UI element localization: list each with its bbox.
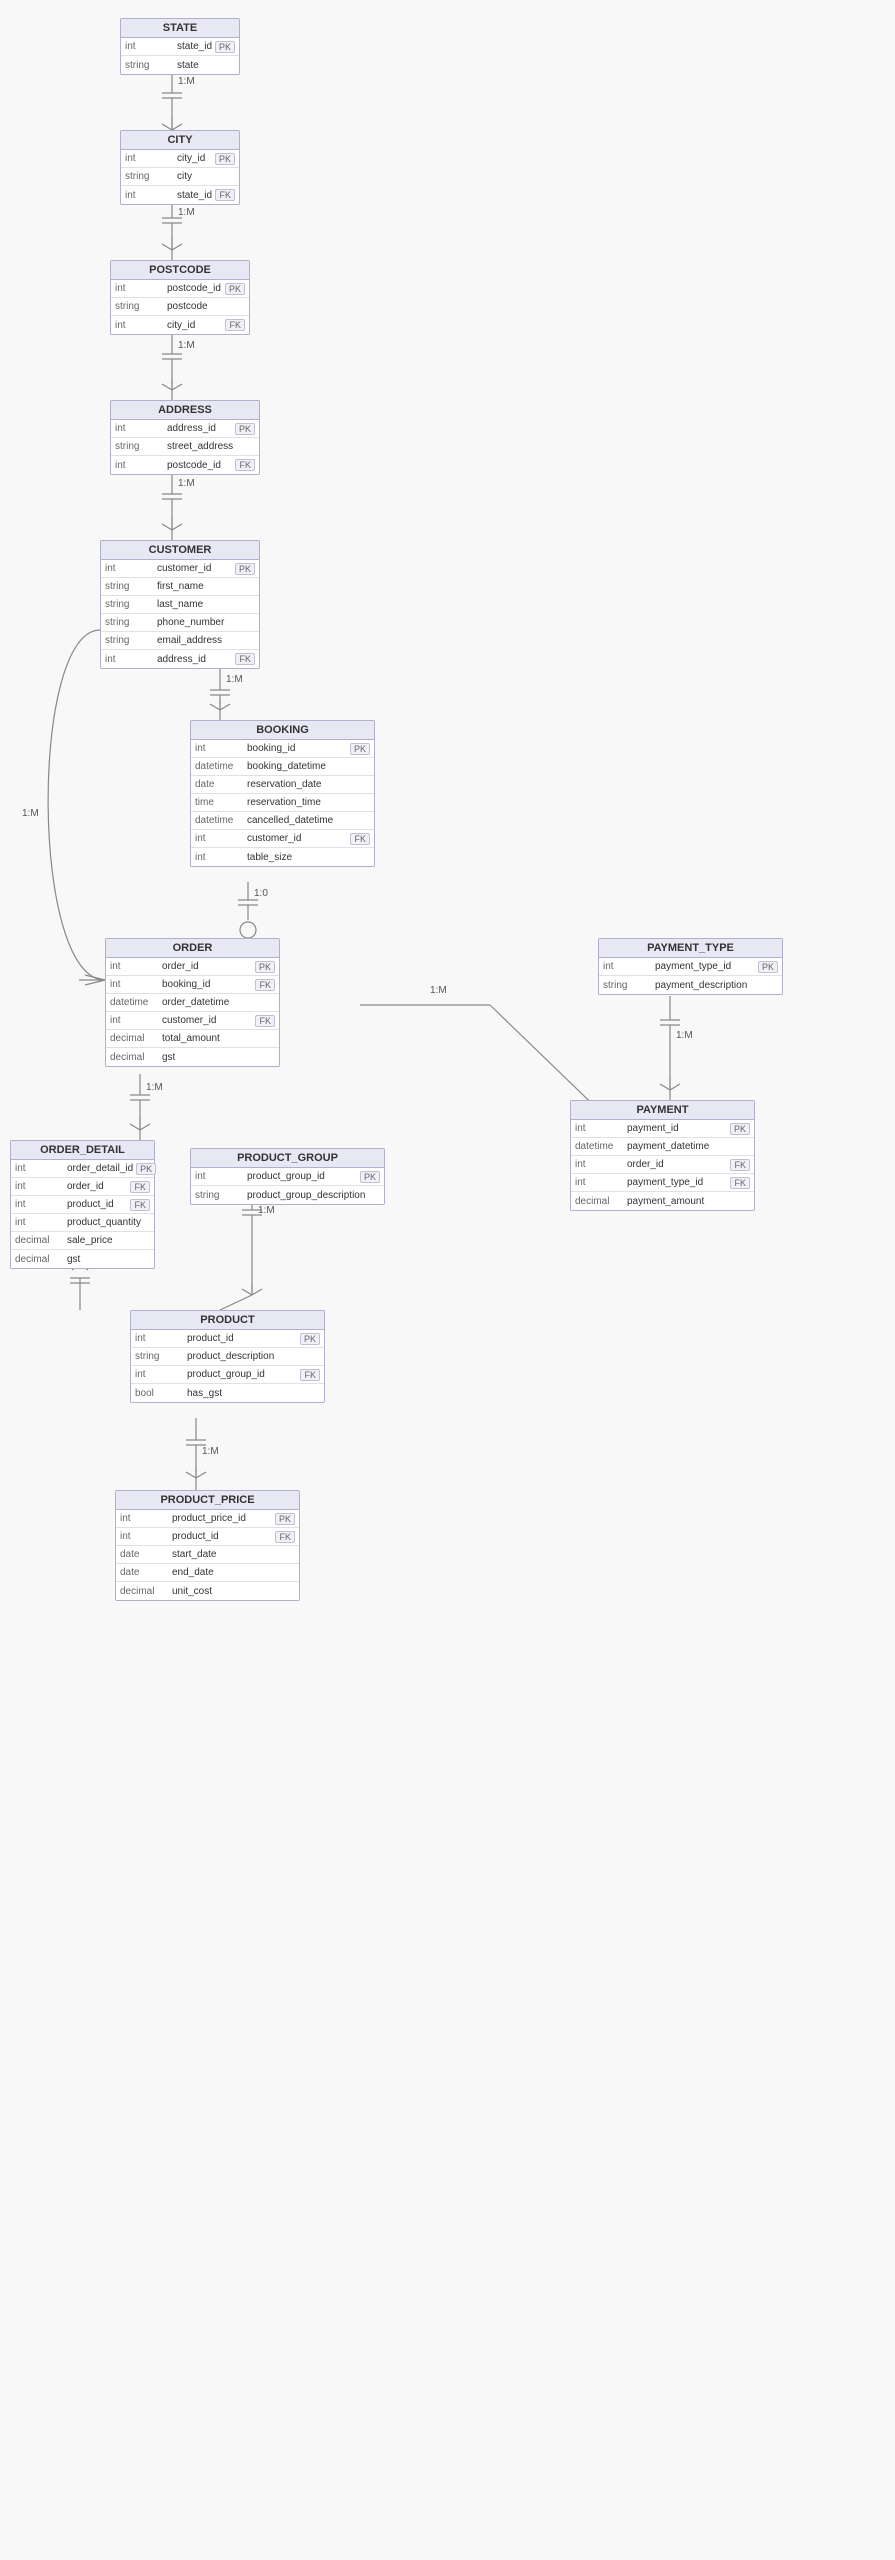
entity-city-row-0: int city_id PK — [121, 150, 239, 168]
rel-productgroup-product: 1:M — [258, 1205, 275, 1216]
rel-postcode-address: 1:M — [178, 340, 195, 351]
entity-booking-row-1: datetime booking_datetime — [191, 758, 374, 776]
entity-productprice-row-3: date end_date — [116, 1564, 299, 1582]
entity-productprice-row-2: date start_date — [116, 1546, 299, 1564]
entity-state: STATE int state_id PK string state — [120, 18, 240, 75]
entity-productprice-row-4: decimal unit_cost — [116, 1582, 299, 1600]
entity-orderdetail-row-3: int product_quantity — [11, 1214, 154, 1232]
entity-payment-row-4: decimal payment_amount — [571, 1192, 754, 1210]
rel-paymenttype-payment: 1:M — [676, 1030, 693, 1041]
entity-productgroup-row-0: int product_group_id PK — [191, 1168, 384, 1186]
entity-city: CITY int city_id PK string city int stat… — [120, 130, 240, 205]
entity-product-row-1: string product_description — [131, 1348, 324, 1366]
entity-booking: BOOKING int booking_id PK datetime booki… — [190, 720, 375, 867]
entity-booking-row-5: int customer_id FK — [191, 830, 374, 848]
rel-city-postcode: 1:M — [178, 207, 195, 218]
entity-postcode-header: POSTCODE — [111, 261, 249, 280]
entity-orderdetail-row-4: decimal sale_price — [11, 1232, 154, 1250]
entity-paymenttype-row-1: string payment_description — [599, 976, 782, 994]
entity-product: PRODUCT int product_id PK string product… — [130, 1310, 325, 1403]
entity-postcode-row-2: int city_id FK — [111, 316, 249, 334]
diagram-container: 1:M 1:M 1:M 1:M 1:M 1:0 1:M 1:M M:0 1:M … — [0, 0, 895, 2560]
entity-customer-header: CUSTOMER — [101, 541, 259, 560]
rel-product-productprice: 1:M — [202, 1446, 219, 1457]
entity-product-price: PRODUCT_PRICE int product_price_id PK in… — [115, 1490, 300, 1601]
entity-payment-row-0: int payment_id PK — [571, 1120, 754, 1138]
rel-address-customer: 1:M — [178, 478, 195, 489]
entity-city-header: CITY — [121, 131, 239, 150]
entity-booking-row-2: date reservation_date — [191, 776, 374, 794]
entity-orderdetail-row-2: int product_id FK — [11, 1196, 154, 1214]
rel-booking-order: 1:0 — [254, 888, 268, 899]
entity-order-row-5: decimal gst — [106, 1048, 279, 1066]
entity-payment-row-2: int order_id FK — [571, 1156, 754, 1174]
entity-postcode-row-0: int postcode_id PK — [111, 280, 249, 298]
entity-order-row-2: datetime order_datetime — [106, 994, 279, 1012]
entity-payment-type: PAYMENT_TYPE int payment_type_id PK stri… — [598, 938, 783, 995]
entity-booking-row-0: int booking_id PK — [191, 740, 374, 758]
entity-state-row-0: int state_id PK — [121, 38, 239, 56]
entity-customer-row-5: int address_id FK — [101, 650, 259, 668]
entity-payment-header: PAYMENT — [571, 1101, 754, 1120]
entity-address: ADDRESS int address_id PK string street_… — [110, 400, 260, 475]
entity-state-header: STATE — [121, 19, 239, 38]
entity-payment-row-1: datetime payment_datetime — [571, 1138, 754, 1156]
entity-orderdetail-row-1: int order_id FK — [11, 1178, 154, 1196]
entity-product-group: PRODUCT_GROUP int product_group_id PK st… — [190, 1148, 385, 1205]
entity-paymenttype-row-0: int payment_type_id PK — [599, 958, 782, 976]
entity-customer: CUSTOMER int customer_id PK string first… — [100, 540, 260, 669]
entity-customer-row-3: string phone_number — [101, 614, 259, 632]
entity-order-row-4: decimal total_amount — [106, 1030, 279, 1048]
entity-customer-row-0: int customer_id PK — [101, 560, 259, 578]
entity-booking-row-3: time reservation_time — [191, 794, 374, 812]
entity-payment: PAYMENT int payment_id PK datetime payme… — [570, 1100, 755, 1211]
entity-customer-row-4: string email_address — [101, 632, 259, 650]
entity-product-price-header: PRODUCT_PRICE — [116, 1491, 299, 1510]
rel-customer-booking: 1:M — [226, 674, 243, 685]
entity-product-row-0: int product_id PK — [131, 1330, 324, 1348]
entity-product-row-2: int product_group_id FK — [131, 1366, 324, 1384]
entity-address-header: ADDRESS — [111, 401, 259, 420]
entity-payment-type-header: PAYMENT_TYPE — [599, 939, 782, 958]
entity-customer-row-2: string last_name — [101, 596, 259, 614]
entity-product-row-3: bool has_gst — [131, 1384, 324, 1402]
entity-order-row-1: int booking_id FK — [106, 976, 279, 994]
rel-order-payment: 1:M — [430, 985, 447, 996]
entity-product-group-header: PRODUCT_GROUP — [191, 1149, 384, 1168]
entity-postcode: POSTCODE int postcode_id PK string postc… — [110, 260, 250, 335]
entity-order-detail-header: ORDER_DETAIL — [11, 1141, 154, 1160]
entity-order-row-3: int customer_id FK — [106, 1012, 279, 1030]
connections-svg — [0, 0, 895, 2560]
entity-product-header: PRODUCT — [131, 1311, 324, 1330]
entity-order: ORDER int order_id PK int booking_id FK … — [105, 938, 280, 1067]
entity-productprice-row-1: int product_id FK — [116, 1528, 299, 1546]
entity-city-row-1: string city — [121, 168, 239, 186]
entity-booking-header: BOOKING — [191, 721, 374, 740]
entity-payment-row-3: int payment_type_id FK — [571, 1174, 754, 1192]
entity-state-row-1: string state — [121, 56, 239, 74]
entity-postcode-row-1: string postcode — [111, 298, 249, 316]
entity-booking-row-6: int table_size — [191, 848, 374, 866]
entity-orderdetail-row-5: decimal gst — [11, 1250, 154, 1268]
entity-city-row-2: int state_id FK — [121, 186, 239, 204]
rel-customer-order: 1:M — [22, 808, 39, 819]
entity-orderdetail-row-0: int order_detail_id PK — [11, 1160, 154, 1178]
entity-productgroup-row-1: string product_group_description — [191, 1186, 384, 1204]
entity-address-row-0: int address_id PK — [111, 420, 259, 438]
entity-order-row-0: int order_id PK — [106, 958, 279, 976]
entity-order-detail: ORDER_DETAIL int order_detail_id PK int … — [10, 1140, 155, 1269]
entity-address-row-1: string street_address — [111, 438, 259, 456]
entity-order-header: ORDER — [106, 939, 279, 958]
entity-booking-row-4: datetime cancelled_datetime — [191, 812, 374, 830]
entity-address-row-2: int postcode_id FK — [111, 456, 259, 474]
rel-state-city: 1:M — [178, 76, 195, 87]
rel-order-orderdetail: 1:M — [146, 1082, 163, 1093]
entity-productprice-row-0: int product_price_id PK — [116, 1510, 299, 1528]
entity-customer-row-1: string first_name — [101, 578, 259, 596]
